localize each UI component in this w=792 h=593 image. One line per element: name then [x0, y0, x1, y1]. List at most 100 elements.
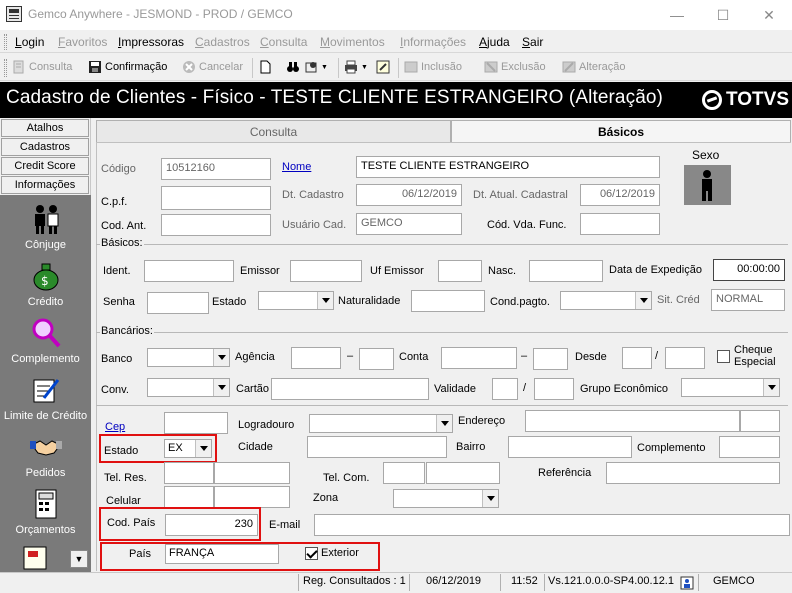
banco-select[interactable] — [147, 348, 230, 367]
ident-field[interactable] — [144, 260, 234, 282]
sidebar-button-atalhos[interactable]: Atalhos — [1, 119, 89, 137]
inclusao-button[interactable]: Inclusão — [404, 60, 462, 74]
sidebar-item-limite-credito[interactable]: Limite de Crédito — [0, 374, 91, 422]
referencia-field[interactable] — [606, 462, 780, 484]
conta-field[interactable] — [441, 347, 517, 369]
menu-informacoes[interactable]: Informações — [400, 35, 466, 49]
alteracao-button[interactable]: Alteração — [562, 60, 625, 74]
sidebar-item-pedidos[interactable]: Pedidos — [0, 431, 91, 479]
data-expedicao-field[interactable]: 00:00:00 — [713, 259, 785, 281]
estado-civil-select[interactable] — [258, 291, 334, 310]
desde-year-field[interactable] — [665, 347, 705, 369]
bairro-label: Bairro — [456, 441, 486, 453]
sidebar-scroll-down-button[interactable]: ▼ — [70, 550, 88, 568]
sidebar-item-label: Complemento — [11, 353, 80, 365]
cond-pagto-select[interactable] — [560, 291, 652, 310]
senha-field[interactable] — [147, 292, 209, 314]
validade-month-field[interactable] — [492, 378, 518, 400]
grupo-economico-select[interactable] — [681, 378, 780, 397]
uf-emissor-label: Uf Emissor — [370, 265, 424, 277]
nome-link[interactable]: Nome — [282, 161, 311, 173]
zona-select[interactable] — [393, 489, 499, 508]
email-field[interactable] — [314, 514, 790, 536]
sidebar-item-orcamentos[interactable]: Orçamentos — [0, 488, 91, 536]
edit-button[interactable] — [376, 60, 390, 74]
sidebar-item-conjuge[interactable]: Cônjuge — [0, 203, 91, 251]
validade-year-field[interactable] — [534, 378, 574, 400]
cod-pais-field[interactable]: 230 — [165, 514, 258, 536]
bairro-field[interactable] — [508, 436, 632, 458]
tab-consulta[interactable]: Consulta — [96, 120, 451, 142]
pais-label: País — [129, 548, 152, 560]
emissor-field[interactable] — [290, 260, 362, 282]
pais-field[interactable]: FRANÇA — [165, 544, 279, 564]
conv-select[interactable] — [147, 378, 230, 397]
desde-month-field[interactable] — [622, 347, 652, 369]
complemento-field[interactable] — [719, 436, 780, 458]
cancelar-button[interactable]: Cancelar — [182, 60, 243, 74]
menu-impressoras[interactable]: Impressoras — [118, 35, 184, 49]
tel-res-field[interactable] — [214, 462, 290, 484]
consulta-button[interactable]: Consulta — [12, 60, 72, 74]
cpf-field[interactable] — [161, 186, 271, 210]
sexo-label: Sexo — [692, 148, 720, 162]
nasc-field[interactable] — [529, 260, 603, 282]
menu-ajuda[interactable]: Ajuda — [479, 35, 510, 49]
naturalidade-field[interactable] — [411, 290, 485, 312]
menu-cadastros[interactable]: Cadastros — [195, 35, 250, 49]
celular-ddd-field[interactable] — [164, 486, 214, 508]
exterior-checkbox[interactable] — [305, 547, 318, 560]
cep-field[interactable] — [164, 412, 228, 434]
exclusao-button[interactable]: Exclusão — [484, 60, 546, 74]
tel-com-label: Tel. Com. — [323, 472, 370, 484]
logradouro-select[interactable] — [309, 414, 453, 433]
close-button[interactable]: ✕ — [746, 0, 792, 30]
cidade-field[interactable] — [307, 436, 447, 458]
confirmacao-button[interactable]: Confirmação — [88, 60, 167, 74]
usuario-cad-field[interactable]: GEMCO — [356, 213, 462, 235]
sit-cred-field[interactable]: NORMAL — [711, 289, 785, 311]
cep-link[interactable]: Cep — [105, 421, 125, 433]
sidebar-button-informacoes[interactable]: Informações — [1, 176, 89, 194]
sexo-button[interactable] — [684, 165, 731, 205]
maximize-button[interactable]: ☐ — [700, 0, 746, 30]
tel-com-field[interactable] — [426, 462, 500, 484]
cod-vda-func-field[interactable] — [580, 213, 660, 235]
agencia-field[interactable] — [291, 347, 341, 369]
endereco-field[interactable] — [525, 410, 740, 432]
menu-login[interactable]: Login — [15, 35, 44, 49]
tel-res-ddd-field[interactable] — [164, 462, 214, 484]
handshake-icon — [29, 431, 62, 463]
agencia-digit-field[interactable] — [359, 348, 394, 370]
dt-atual-field[interactable]: 06/12/2019 — [580, 184, 660, 206]
sidebar-item-complemento[interactable]: Complemento — [0, 317, 91, 365]
tab-basicos[interactable]: Básicos — [451, 120, 791, 142]
nome-field[interactable]: TESTE CLIENTE ESTRANGEIRO — [356, 156, 660, 178]
endereco-numero-field[interactable] — [740, 410, 780, 432]
tel-com-ddd-field[interactable] — [383, 462, 425, 484]
sidebar-button-cadastros[interactable]: Cadastros — [1, 138, 89, 156]
sidebar-button-credit-score[interactable]: Credit Score — [1, 157, 89, 175]
conta-digit-field[interactable] — [533, 348, 568, 370]
sidebar-item-credito[interactable]: $ Crédito — [0, 260, 91, 308]
cod-ant-field[interactable] — [161, 214, 271, 236]
menu-favoritos[interactable]: Favoritos — [58, 35, 107, 49]
estado-select[interactable]: EX — [164, 439, 212, 458]
settings-dropdown[interactable]: ▼ — [304, 60, 328, 74]
minimize-button[interactable]: — — [654, 0, 700, 30]
dt-cadastro-field[interactable]: 06/12/2019 — [356, 184, 462, 206]
menu-sair[interactable]: Sair — [522, 35, 543, 49]
search-button[interactable] — [286, 60, 300, 74]
codigo-field[interactable]: 10512160 — [161, 158, 271, 180]
celular-field[interactable] — [214, 486, 290, 508]
new-document-button[interactable] — [258, 60, 272, 74]
menu-consulta[interactable]: Consulta — [260, 35, 307, 49]
title-bar: Gemco Anywhere - JESMOND - PROD / GEMCO … — [0, 0, 792, 30]
status-date: 06/12/2019 — [426, 575, 482, 587]
cheque-especial-checkbox[interactable] — [717, 350, 730, 363]
cartao-field[interactable] — [271, 378, 429, 400]
print-button[interactable]: ▼ — [344, 60, 368, 74]
conv-label: Conv. — [101, 384, 129, 396]
uf-emissor-field[interactable] — [438, 260, 482, 282]
menu-movimentos[interactable]: Movimentos — [320, 35, 385, 49]
